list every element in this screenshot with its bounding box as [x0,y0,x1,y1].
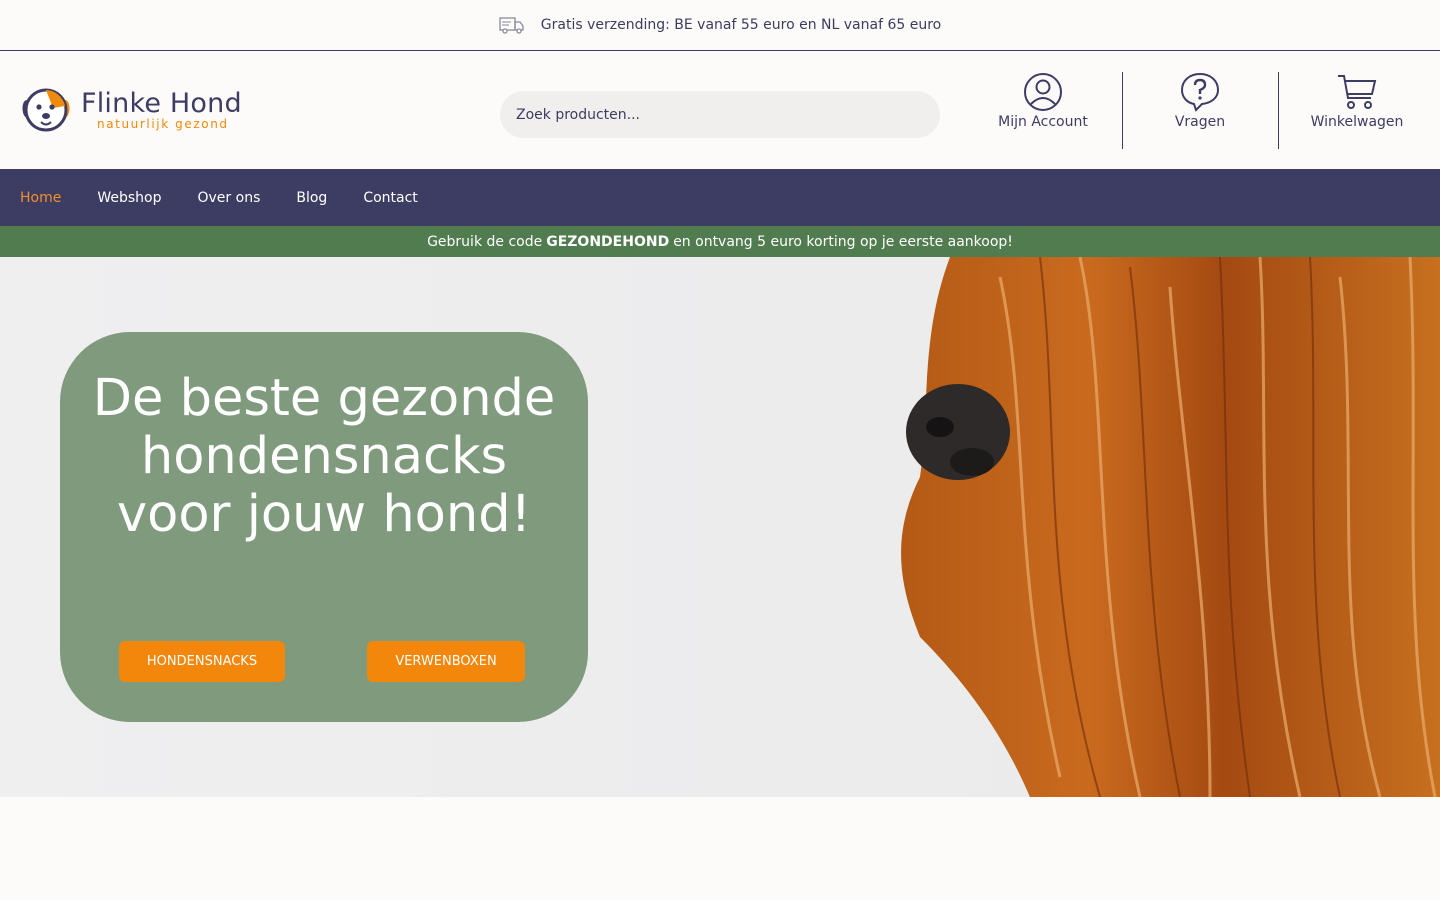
promo-text-after: en ontvang 5 euro korting op je eerste a… [673,233,1013,250]
nav-item-webshop[interactable]: Webshop [97,190,161,206]
logo-name: Flinke Hond [81,88,242,119]
account-label: Mijn Account [998,114,1088,130]
hondensnacks-button[interactable]: HONDENSNACKS [119,641,285,682]
promo-code: GEZONDEHOND [546,233,670,250]
cart-icon [1338,75,1377,109]
promo-bar: Gebruik de code GEZONDEHOND en ontvang 5… [0,226,1440,257]
cart-link[interactable]: Winkelwagen [1279,72,1435,149]
question-bubble-icon [1180,72,1220,112]
hero-section: De beste gezonde hondensnacks voor jouw … [0,257,1440,797]
truck-icon [499,17,524,34]
account-link[interactable]: Mijn Account [965,72,1121,149]
main-nav: Home Webshop Over ons Blog Contact [0,169,1440,226]
shipping-bar: Gratis verzending: BE vanaf 55 euro en N… [0,0,1440,51]
nav-item-contact[interactable]: Contact [363,190,417,206]
logo-tagline: natuurlijk gezond [97,117,229,131]
cart-label: Winkelwagen [1310,114,1404,130]
nav-item-home[interactable]: Home [20,190,61,206]
user-icon [1024,73,1062,111]
dog-fur-image [901,257,1440,797]
page-bottom-area [0,797,1440,900]
hero-card: De beste gezonde hondensnacks voor jouw … [60,332,588,722]
questions-link[interactable]: Vragen [1122,72,1278,149]
hero-title: De beste gezonde hondensnacks voor jouw … [92,369,556,544]
site-header: Flinke Hond natuurlijk gezond Zoek produ… [0,52,1440,169]
search-input[interactable]: Zoek producten... [500,91,940,138]
shipping-text: Gratis verzending: BE vanaf 55 euro en N… [540,17,942,33]
search-placeholder: Zoek producten... [516,106,641,123]
nav-item-over-ons[interactable]: Over ons [198,190,261,206]
verwenboxen-button[interactable]: VERWENBOXEN [367,641,525,682]
dog-logo-icon [22,88,70,132]
questions-label: Vragen [1174,114,1226,130]
nav-item-blog[interactable]: Blog [296,190,327,206]
site-logo[interactable]: Flinke Hond natuurlijk gezond [19,86,242,134]
promo-text-before: Gebruik de code [427,233,543,250]
